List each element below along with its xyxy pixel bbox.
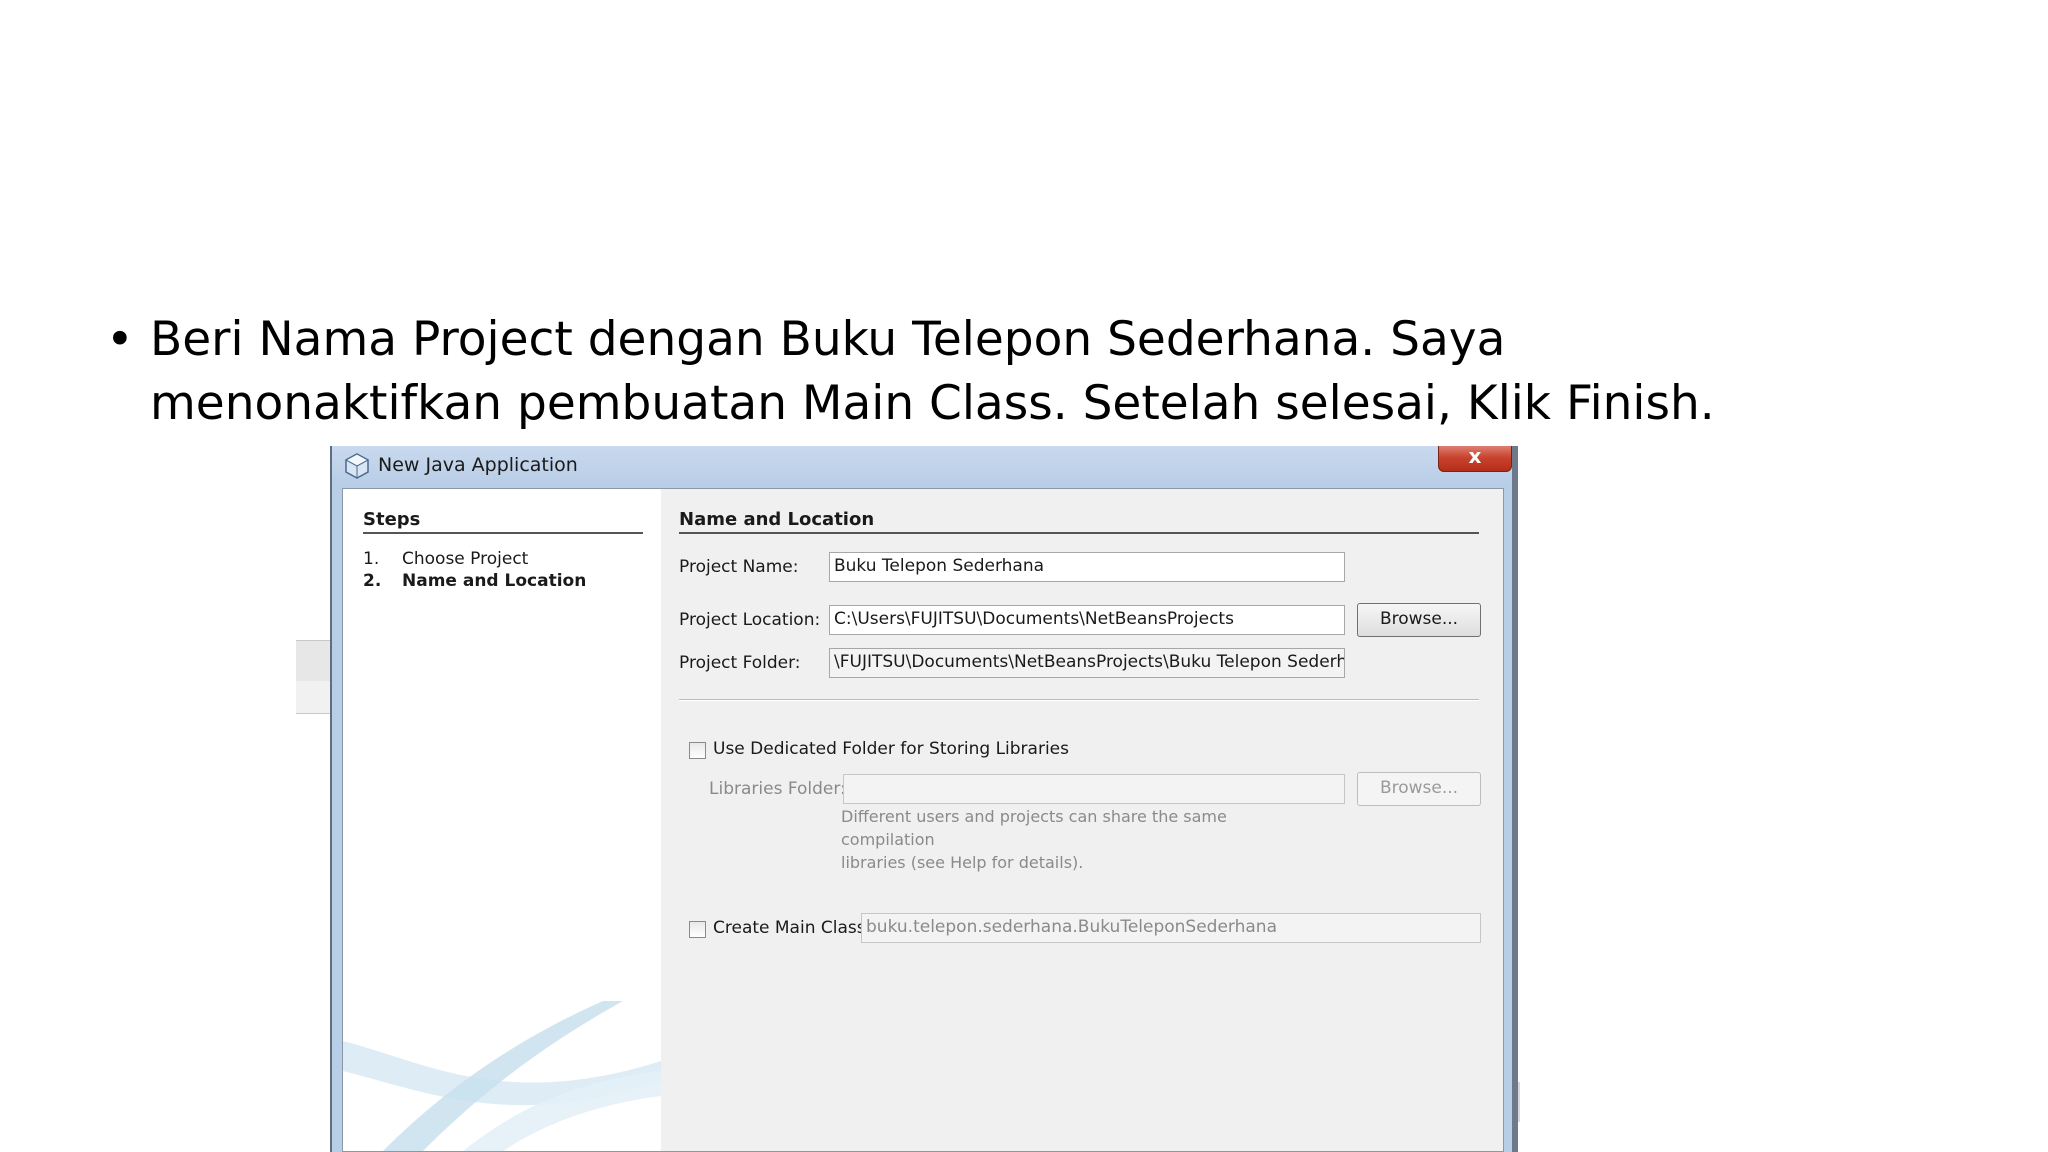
libraries-note: Different users and projects can share t…	[841, 805, 1321, 874]
note-line-1: Different users and projects can share t…	[841, 807, 1227, 849]
project-folder-label: Project Folder:	[679, 653, 801, 673]
note-line-2: libraries (see Help for details).	[841, 853, 1084, 872]
bullet-line-1: Beri Nama Project dengan Buku Telepon Se…	[150, 312, 1506, 367]
steps-heading: Steps	[363, 509, 643, 534]
dedicated-folder-checkbox[interactable]	[689, 742, 706, 759]
browse-libraries-button[interactable]: Browse...	[1357, 772, 1481, 806]
close-icon: x	[1468, 446, 1482, 468]
separator	[679, 699, 1479, 701]
project-location-label: Project Location:	[679, 610, 821, 630]
decorative-swoosh	[343, 1001, 661, 1151]
step-number: 2.	[363, 571, 382, 591]
create-main-class-checkbox[interactable]	[689, 921, 706, 938]
bullet-dot: •	[106, 312, 134, 367]
window-title: New Java Application	[378, 454, 578, 476]
project-location-field[interactable]: C:\Users\FUJITSU\Documents\NetBeansProje…	[829, 605, 1345, 635]
step-name-and-location: 2. Name and Location	[363, 571, 586, 591]
project-name-label: Project Name:	[679, 557, 799, 577]
libraries-folder-label: Libraries Folder:	[709, 779, 846, 799]
project-folder-field[interactable]: \FUJITSU\Documents\NetBeansProjects\Buku…	[829, 648, 1345, 678]
section-heading: Name and Location	[679, 509, 1479, 534]
dialog-body: Steps 1. Choose Project 2. Name and Locati…	[342, 488, 1504, 1152]
step-label: Name and Location	[402, 571, 587, 591]
project-name-field[interactable]: Buku Telepon Sederhana	[829, 552, 1345, 582]
bullet-text: • Beri Nama Project dengan Buku Telepon …	[106, 308, 2000, 436]
step-choose-project: 1. Choose Project	[363, 549, 528, 569]
new-java-application-dialog: New Java Application x Steps 1. Choose Pr…	[330, 446, 1518, 1152]
close-button[interactable]: x	[1438, 446, 1512, 472]
create-main-class-label[interactable]: Create Main Class	[713, 918, 866, 938]
bullet-line-2: menonaktifkan pembuatan Main Class. Sete…	[150, 376, 1715, 431]
main-class-field[interactable]: buku.telepon.sederhana.BukuTeleponSederh…	[861, 913, 1481, 943]
steps-panel: Steps 1. Choose Project 2. Name and Locati…	[343, 489, 661, 1151]
browse-location-button[interactable]: Browse...	[1357, 603, 1481, 637]
step-label: Choose Project	[402, 549, 529, 569]
java-cup-icon	[344, 452, 370, 480]
libraries-folder-field[interactable]	[843, 774, 1345, 804]
dedicated-folder-label[interactable]: Use Dedicated Folder for Storing Librari…	[713, 739, 1069, 759]
step-number: 1.	[363, 549, 380, 569]
title-bar[interactable]: New Java Application x	[332, 446, 1512, 488]
slide: • Beri Nama Project dengan Buku Telepon …	[0, 0, 2048, 1152]
